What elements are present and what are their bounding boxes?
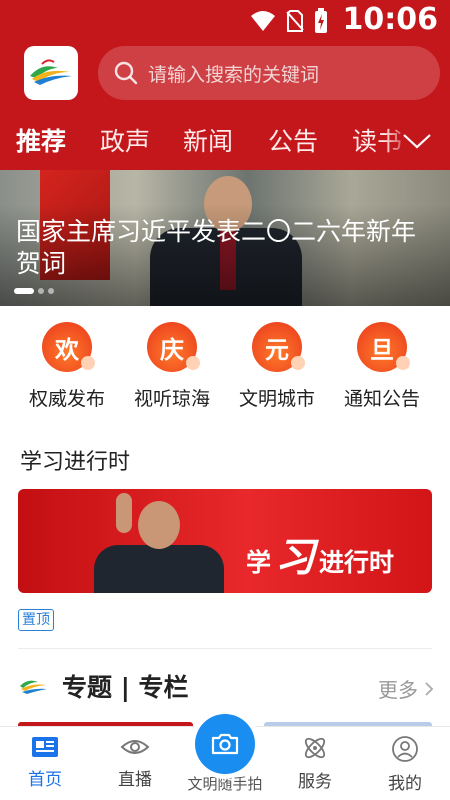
status-time: 10:06 xyxy=(342,2,439,37)
tab-politics[interactable]: 政声 xyxy=(100,122,150,158)
more-link[interactable]: 更多 xyxy=(378,674,434,703)
quick-nav-label: 通知公告 xyxy=(343,388,420,410)
topic-logo-icon xyxy=(20,680,47,694)
carousel-dot xyxy=(14,288,34,294)
banner-carousel[interactable]: 国家主席习近平发表二〇二六年新年贺词 xyxy=(0,170,450,306)
tabbar-label: 我的 xyxy=(388,774,422,794)
tabbar-home[interactable]: 首页 xyxy=(0,727,90,800)
study-text-big: 习 xyxy=(275,534,316,581)
news-icon xyxy=(32,737,58,757)
quick-nav-label: 文明城市 xyxy=(238,388,315,410)
pinned-badge: 置顶 xyxy=(18,609,54,631)
tab-recommend[interactable]: 推荐 xyxy=(16,122,66,158)
search-placeholder: 请输入搜索的关键词 xyxy=(148,63,320,86)
app-header: 10:06 请输入搜索的关键词 推荐 政声 新闻 公告 读书 xyxy=(0,0,450,170)
badge-glyph: 元 xyxy=(265,335,289,364)
category-tabs: 推荐 政声 新闻 公告 读书 xyxy=(0,118,450,164)
atom-icon xyxy=(304,737,326,759)
tabbar-label: 文明随手拍 xyxy=(187,775,263,793)
study-figure-image xyxy=(94,545,224,593)
quick-nav: 欢 权威发布 庆 视听琼海 元 文明城市 旦 通知公告 xyxy=(0,322,450,422)
banner-title[interactable]: 国家主席习近平发表二〇二六年新年贺词 xyxy=(16,216,436,280)
section-title-study: 学习进行时 xyxy=(20,450,131,475)
app-logo[interactable] xyxy=(24,46,78,100)
badge-glyph: 旦 xyxy=(370,335,394,364)
badge-glyph: 欢 xyxy=(55,335,79,364)
search-icon xyxy=(114,61,138,85)
tabbar-live[interactable]: 直播 xyxy=(90,727,180,800)
eye-icon xyxy=(120,740,150,754)
study-card-text: 学习进行时 xyxy=(246,525,394,583)
study-text-right: 进行时 xyxy=(319,548,395,577)
search-input[interactable]: 请输入搜索的关键词 xyxy=(98,46,440,100)
festive-badge-icon: 欢 xyxy=(42,322,95,372)
status-bar: 10:06 xyxy=(0,0,450,44)
tabbar-label: 直播 xyxy=(118,770,152,790)
status-icons xyxy=(250,8,328,34)
tabbar-label: 首页 xyxy=(28,770,62,790)
festive-badge-icon: 元 xyxy=(252,322,305,372)
no-sim-icon xyxy=(286,10,304,32)
camera-button[interactable] xyxy=(195,714,255,774)
battery-charging-icon xyxy=(315,8,327,33)
chevron-right-icon xyxy=(425,681,434,696)
quick-nav-label: 权威发布 xyxy=(28,388,105,410)
carousel-dot xyxy=(48,288,54,294)
app-logo-icon xyxy=(30,59,72,85)
study-figure-head xyxy=(138,501,180,549)
badge-glyph: 庆 xyxy=(160,335,184,364)
section-title-topics: 专题 | 专栏 xyxy=(62,673,189,702)
quick-nav-media[interactable]: 庆 视听琼海 xyxy=(122,322,222,411)
study-text-left: 学 xyxy=(246,548,272,577)
quick-nav-label: 视听琼海 xyxy=(133,388,210,410)
chevron-down-icon xyxy=(403,134,431,149)
user-icon xyxy=(392,736,418,762)
tabbar-profile[interactable]: 我的 xyxy=(360,727,450,800)
festive-badge-icon: 庆 xyxy=(147,322,200,372)
carousel-dot xyxy=(38,288,44,294)
quick-nav-official-release[interactable]: 欢 权威发布 xyxy=(17,322,117,411)
section-divider xyxy=(18,648,432,649)
tabs-expand-button[interactable] xyxy=(384,118,450,164)
more-link-label: 更多 xyxy=(378,678,418,702)
study-banner-card[interactable]: 学习进行时 xyxy=(18,489,432,593)
festive-badge-icon: 旦 xyxy=(357,322,410,372)
tab-news[interactable]: 新闻 xyxy=(183,122,233,158)
wifi-icon xyxy=(251,11,275,31)
camera-icon xyxy=(211,733,239,755)
study-figure-hand xyxy=(116,493,132,533)
quick-nav-civilized-city[interactable]: 元 文明城市 xyxy=(227,322,327,411)
tabbar-services[interactable]: 服务 xyxy=(270,727,360,800)
carousel-indicator xyxy=(14,288,54,294)
quick-nav-notices[interactable]: 旦 通知公告 xyxy=(332,322,432,411)
tab-notices[interactable]: 公告 xyxy=(268,122,318,158)
tabbar-label: 服务 xyxy=(298,772,332,792)
